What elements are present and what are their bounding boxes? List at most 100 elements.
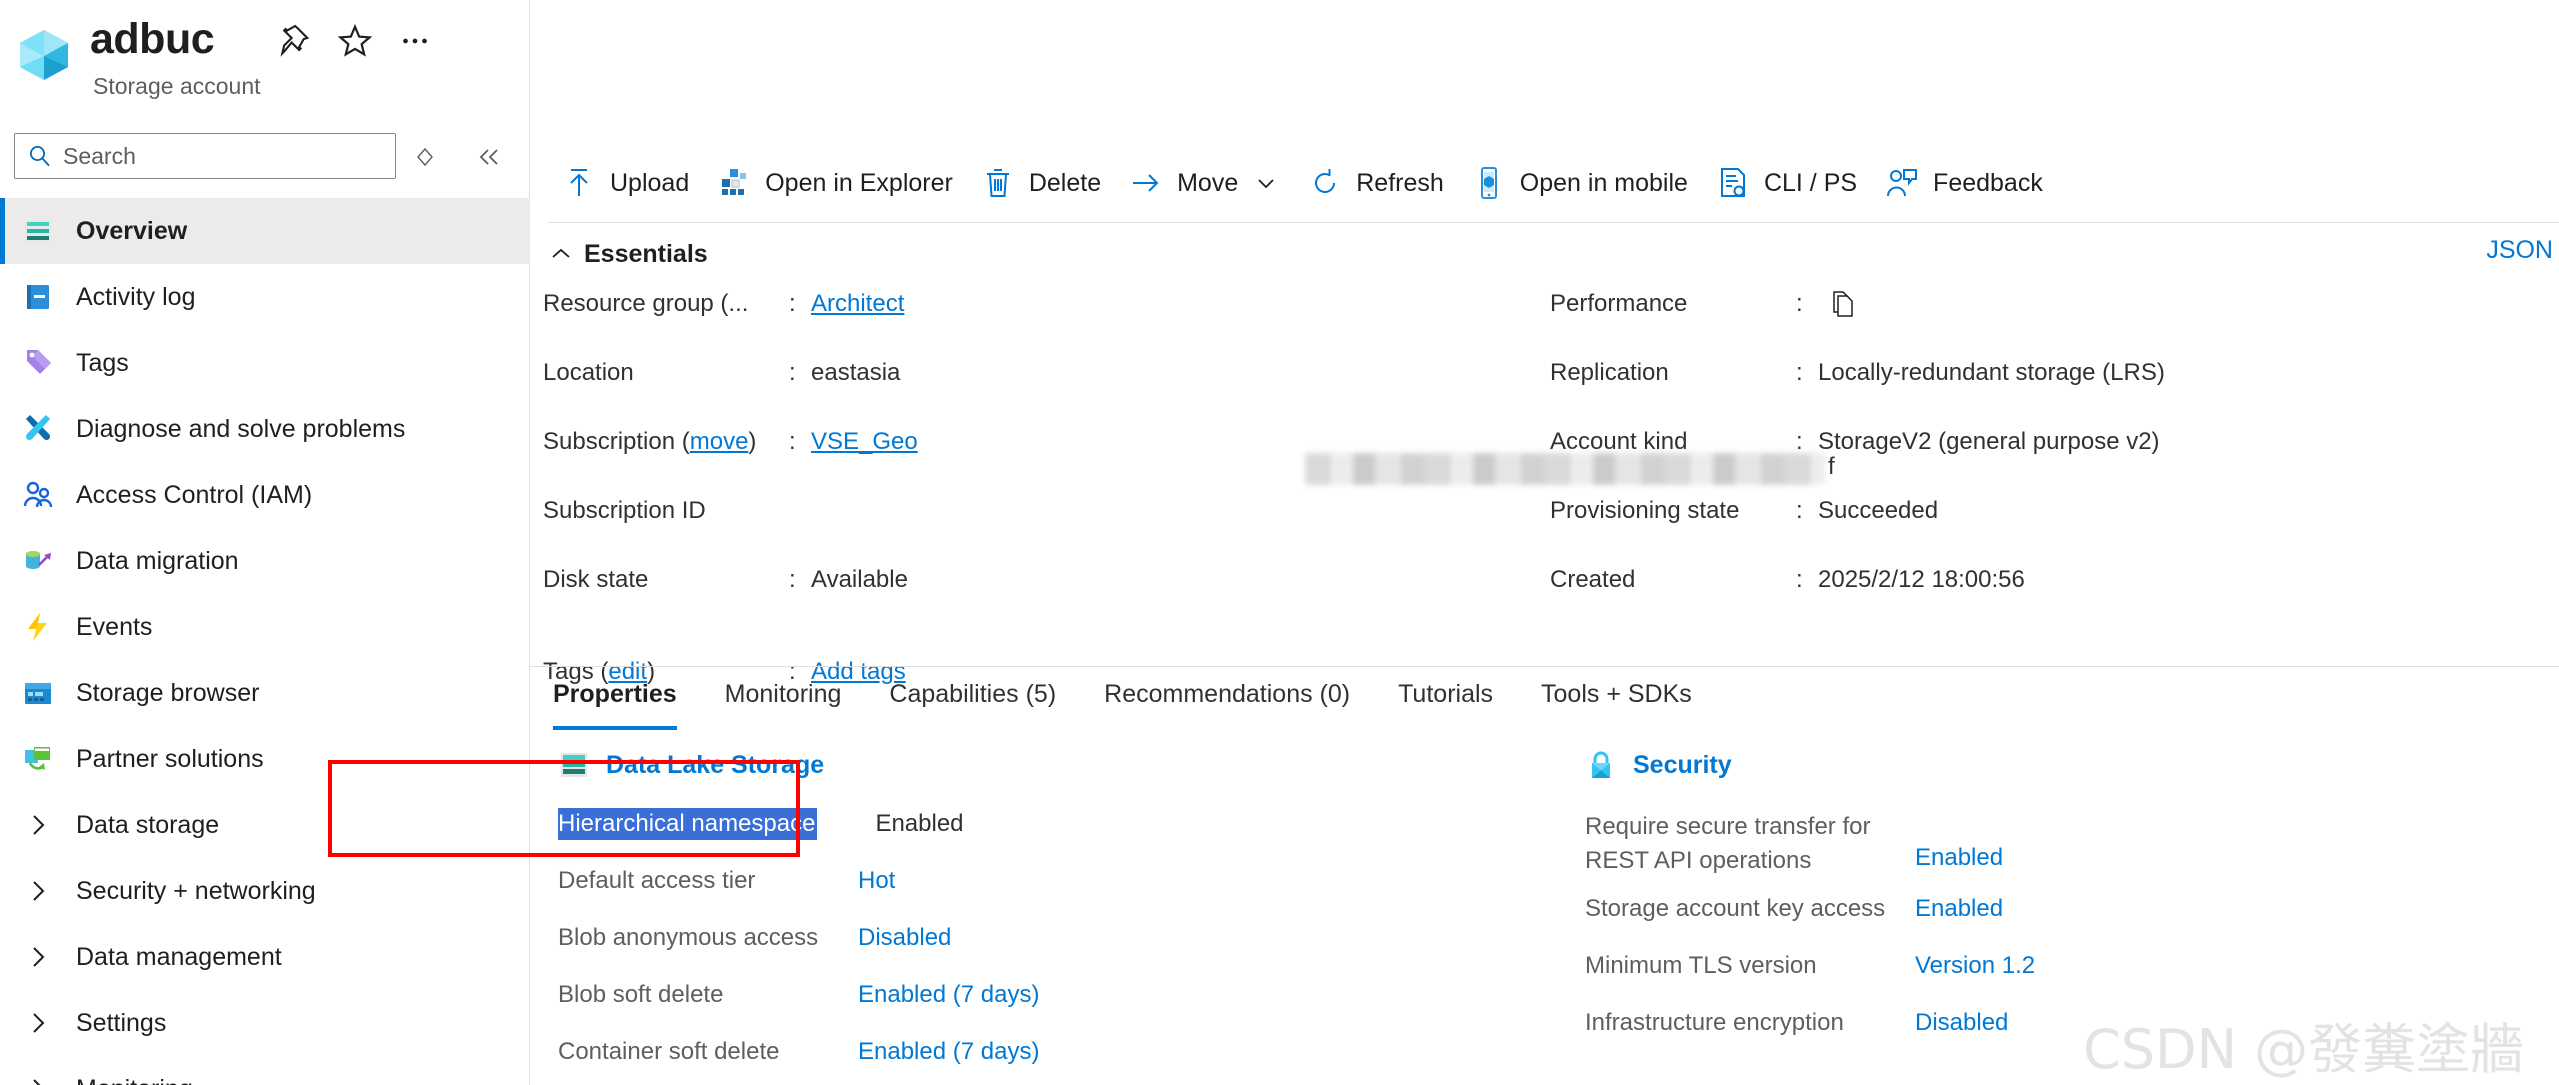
- toolbar-button-label: Move: [1177, 168, 1239, 197]
- property-value: Enabled: [875, 810, 964, 837]
- sidebar-item-label: Data migration: [76, 546, 239, 575]
- data-migration-icon: [22, 545, 54, 577]
- property-value[interactable]: Enabled: [1915, 808, 2003, 872]
- command-toolbar: Upload Open in Explorer Delete Move Refresh O…: [530, 143, 2559, 223]
- sidebar-item-settings[interactable]: Settings: [0, 990, 530, 1056]
- resource-menu-pane: adbuc Storage account Search Overview Ac…: [0, 0, 530, 1085]
- toolbar-cli-ps-button[interactable]: CLI / PS: [1702, 153, 1871, 213]
- sidebar-item-diagnose-and-solve-problems[interactable]: Diagnose and solve problems: [0, 396, 530, 462]
- sidebar-item-label: Access Control (IAM): [76, 480, 313, 509]
- essentials-left-column: Resource group (...: Architect Location: ea…: [543, 288, 1523, 725]
- resource-nav-list: Overview Activity log Tags Diagnose and sol…: [0, 198, 530, 1085]
- essentials-label: Account kind: [1550, 428, 1688, 455]
- property-name: Default access tier: [558, 867, 756, 894]
- toolbar-feedback-button[interactable]: Feedback: [1871, 153, 2057, 213]
- essentials-value: Locally-redundant storage (LRS): [1818, 359, 2165, 386]
- data-lake-panel-title[interactable]: Data Lake Storage: [606, 751, 824, 780]
- essentials-value[interactable]: Architect: [811, 288, 904, 318]
- property-name: Require secure transfer for REST API ope…: [1585, 813, 1871, 874]
- essentials-toggle[interactable]: Essentials: [548, 236, 708, 272]
- tab-properties[interactable]: Properties: [543, 666, 701, 730]
- tab-capabilities-5[interactable]: Capabilities (5): [865, 666, 1080, 730]
- sidebar-item-label: Activity log: [76, 282, 196, 311]
- property-row: Default access tier Hot: [558, 865, 1358, 922]
- sidebar-item-data-management[interactable]: Data management: [0, 924, 530, 990]
- sidebar-item-data-storage[interactable]: Data storage: [0, 792, 530, 858]
- essentials-colon: :: [1796, 290, 1803, 317]
- arrow-right-icon: [1129, 166, 1163, 200]
- sidebar-item-events[interactable]: Events: [0, 594, 530, 660]
- sidebar-item-partner-solutions[interactable]: Partner solutions: [0, 726, 530, 792]
- collapse-pane-button[interactable]: [473, 142, 505, 172]
- essentials-value: 2025/2/12 18:00:56: [1818, 566, 2025, 593]
- property-name: Blob soft delete: [558, 981, 724, 1008]
- search-box[interactable]: [14, 133, 396, 179]
- security-rows: Require secure transfer for REST API ope…: [1585, 808, 2505, 1064]
- sidebar-item-label: Settings: [76, 1008, 167, 1037]
- tab-monitoring[interactable]: Monitoring: [701, 666, 866, 730]
- page-title: adbuc: [90, 15, 215, 63]
- property-name: Storage account key access: [1585, 895, 1886, 922]
- storage-account-icon: [18, 28, 70, 82]
- essentials-label: Provisioning state: [1550, 497, 1740, 524]
- sidebar-item-label: Tags: [76, 348, 129, 377]
- sidebar-item-label: Monitoring: [76, 1075, 193, 1085]
- json-view-link[interactable]: JSON: [2486, 236, 2553, 265]
- toolbar-button-label: CLI / PS: [1763, 168, 1858, 197]
- sidebar-item-label: Storage browser: [76, 678, 260, 707]
- tab-tools-sdks[interactable]: Tools + SDKs: [1517, 666, 1716, 730]
- security-panel-header: Security: [1585, 742, 2505, 788]
- pin-button[interactable]: [276, 22, 314, 60]
- chevron-down-icon[interactable]: [1252, 169, 1280, 197]
- essentials-value[interactable]: VSE_Geo: [811, 426, 918, 456]
- property-value[interactable]: Version 1.2: [1915, 950, 2035, 980]
- sidebar-item-label: Overview: [76, 216, 188, 245]
- essentials-inline-link[interactable]: move: [690, 428, 749, 455]
- property-value[interactable]: Disabled: [1915, 1007, 2008, 1037]
- sidebar-item-overview[interactable]: Overview: [0, 198, 530, 264]
- tab-tutorials[interactable]: Tutorials: [1374, 666, 1517, 730]
- property-row: Hierarchical namespace Enabled: [558, 808, 1358, 865]
- sidebar-item-access-control-iam[interactable]: Access Control (IAM): [0, 462, 530, 528]
- events-icon: [22, 611, 54, 643]
- data-lake-icon: [558, 749, 590, 781]
- security-panel-title[interactable]: Security: [1633, 751, 1732, 780]
- property-name: Blob anonymous access: [558, 924, 819, 951]
- sidebar-item-security-networking[interactable]: Security + networking: [0, 858, 530, 924]
- search-input[interactable]: [61, 141, 361, 171]
- trash-icon: [981, 166, 1015, 200]
- property-value[interactable]: Enabled (7 days): [858, 979, 1039, 1009]
- essentials-row: Replication: Locally-redundant storage (L…: [1550, 357, 2550, 426]
- property-row: Container soft delete Enabled (7 days): [558, 1036, 1358, 1085]
- toolbar-button-label: Open in Explorer: [765, 168, 953, 197]
- property-value[interactable]: Enabled (7 days): [858, 1036, 1039, 1066]
- toolbar-refresh-button[interactable]: Refresh: [1294, 153, 1458, 213]
- toolbar-open-in-mobile-button[interactable]: Open in mobile: [1458, 153, 1702, 213]
- sidebar-item-activity-log[interactable]: Activity log: [0, 264, 530, 330]
- copy-icon[interactable]: [1830, 290, 1856, 318]
- sidebar-item-data-migration[interactable]: Data migration: [0, 528, 530, 594]
- essentials-label: Performance: [1550, 290, 1688, 317]
- toolbar-button-label: Upload: [610, 168, 690, 197]
- favorite-star-button[interactable]: [336, 22, 374, 60]
- sidebar-item-tags[interactable]: Tags: [0, 330, 530, 396]
- essentials-label: Resource group (...: [543, 290, 749, 317]
- property-value[interactable]: Hot: [858, 865, 895, 895]
- sidebar-item-storage-browser[interactable]: Storage browser: [0, 660, 530, 726]
- essentials-label: Created: [1550, 566, 1636, 593]
- resize-pane-button[interactable]: [410, 142, 440, 172]
- essentials-row: Resource group (...: Architect: [543, 288, 1523, 357]
- tab-recommendations-0[interactable]: Recommendations (0): [1080, 666, 1374, 730]
- more-options-button[interactable]: [396, 22, 434, 60]
- toolbar-move-button[interactable]: Move: [1115, 153, 1294, 213]
- property-value[interactable]: Disabled: [858, 922, 951, 952]
- property-value[interactable]: Enabled: [1915, 893, 2003, 923]
- chevron-right-icon: [22, 1073, 54, 1085]
- toolbar-upload-button[interactable]: Upload: [548, 153, 703, 213]
- sidebar-item-label: Diagnose and solve problems: [76, 414, 406, 443]
- toolbar-open-in-explorer-button[interactable]: Open in Explorer: [703, 153, 967, 213]
- toolbar-delete-button[interactable]: Delete: [967, 153, 1115, 213]
- essentials-label: Essentials: [584, 239, 708, 268]
- essentials-colon: :: [789, 359, 796, 386]
- sidebar-item-monitoring[interactable]: Monitoring: [0, 1056, 530, 1085]
